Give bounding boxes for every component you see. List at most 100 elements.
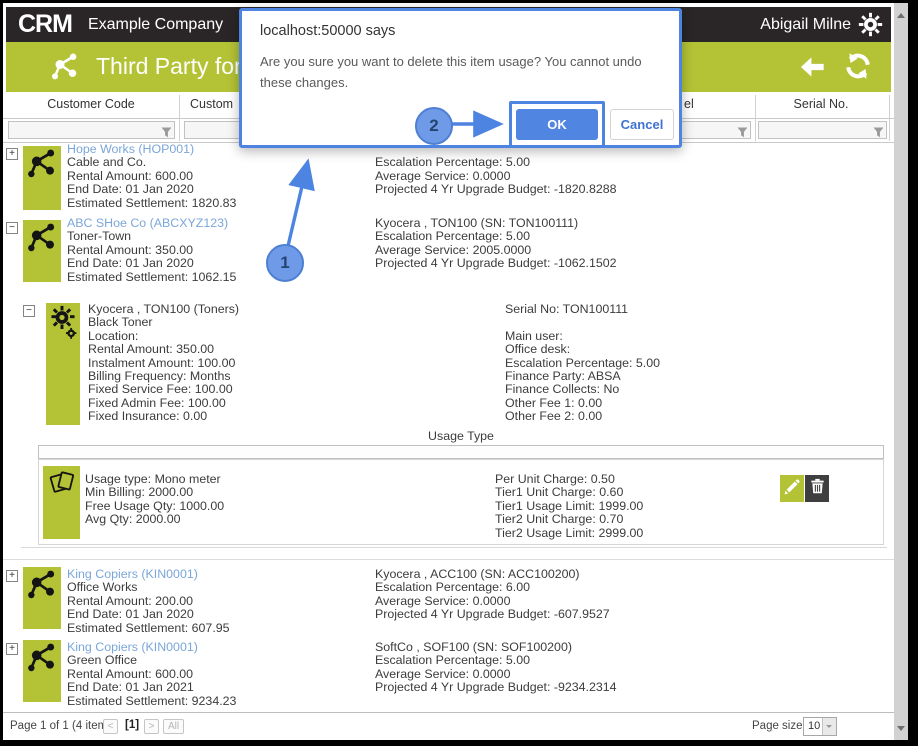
text-line: Finance Party: ABSA (505, 369, 621, 384)
usage-pages-icon (43, 466, 80, 539)
app-window: CRM Example Company Abigail Milne Third … (0, 0, 918, 746)
text-line: Finance Collects: No (505, 382, 620, 397)
vertical-scrollbar[interactable] (894, 3, 908, 740)
dialog-message-line: Are you sure you want to delete this ite… (260, 54, 642, 69)
pager-next-button[interactable]: > (144, 719, 159, 734)
text-line: Rental Amount: 350.00 (88, 342, 215, 357)
customer-link[interactable]: Hope Works (HOP001) (67, 142, 236, 156)
customer-link[interactable]: King Copiers (KIN0001) (67, 640, 236, 654)
filter-serial-no-input[interactable] (761, 123, 874, 139)
text-line: Location: (88, 328, 139, 343)
expand-button-row-4[interactable]: + (6, 643, 18, 655)
back-arrow-icon[interactable] (795, 53, 829, 81)
dialog-message: Are you sure you want to delete this ite… (260, 51, 642, 93)
chevron-down-icon[interactable] (822, 718, 836, 735)
usage-type-row: Usage type: Mono meter Min Billing: 2000.… (38, 459, 884, 545)
third-party-share-icon (50, 52, 80, 82)
text-line: Tier2 Usage Limit: 2999.00 (495, 525, 644, 540)
filter-funnel-icon[interactable] (161, 125, 172, 138)
pager-status: Page 1 of 1 (4 items) (10, 720, 117, 732)
contract-share-icon (23, 146, 61, 210)
text-line: Instalment Amount: 100.00 (88, 355, 236, 370)
text-line: Estimated Settlement: 1820.83 (67, 195, 237, 210)
filter-customer-code[interactable] (8, 121, 175, 139)
text-line: Tier2 Unit Charge: 0.70 (495, 512, 624, 527)
row-3-left-text: King Copiers (KIN0001) Office Works Renta… (67, 567, 230, 635)
text-line (505, 316, 660, 329)
pager-current-page[interactable]: [1] (125, 719, 139, 731)
customer-link[interactable]: ABC SHoe Co (ABCXYZ123) (67, 216, 236, 230)
text-line: Average Service: 0.0000 (375, 168, 511, 183)
filter-funnel-icon[interactable] (737, 125, 748, 138)
text-line: Projected 4 Yr Upgrade Budget: -1062.150… (375, 256, 617, 271)
text-line: Free Usage Qty: 1000.00 (85, 498, 225, 513)
text-line: Office Works (67, 580, 138, 595)
page-size-select[interactable]: 10 (803, 717, 837, 736)
column-header-serial-no[interactable]: Serial No. (755, 97, 887, 117)
dialog-message-line: these changes. (260, 75, 349, 90)
expand-button-row-2[interactable]: − (6, 222, 18, 234)
cancel-button[interactable]: Cancel (610, 109, 674, 140)
text-line: Other Fee 1: 0.00 (505, 395, 603, 410)
triangle-up-icon (897, 9, 905, 18)
pager-bar: Page 1 of 1 (4 items) < [1] > All Page s… (3, 712, 894, 740)
text-line: Rental Amount: 350.00 (67, 242, 194, 257)
expand-button-row-3[interactable]: + (6, 570, 18, 582)
page-size-label: Page size: (752, 720, 806, 732)
pager-all-button[interactable]: All (163, 719, 184, 734)
filter-serial-no[interactable] (758, 121, 887, 139)
text-line: SoftCo , SOF100 (SN: SOF100200) (375, 640, 572, 654)
row-2-left-text: ABC SHoe Co (ABCXYZ123) Toner-Town Rental… (67, 216, 237, 284)
usage-type-section-title: Usage Type (428, 429, 494, 443)
text-line: Escalation Percentage: 6.00 (375, 580, 530, 595)
refresh-icon[interactable] (843, 51, 873, 81)
text-line: Estimated Settlement: 1062.15 (67, 269, 237, 284)
row-1-right-text: Escalation Percentage: 5.00 Average Servi… (375, 143, 617, 197)
text-line: Rental Amount: 600.00 (67, 666, 194, 681)
contract-share-icon (23, 640, 61, 702)
company-name: Example Company (87, 15, 224, 33)
expand-button-detail[interactable]: − (23, 305, 35, 317)
contract-share-icon (23, 220, 61, 282)
usage-type-header-bar (38, 445, 884, 459)
text-line: Escalation Percentage: 5.00 (375, 155, 530, 170)
text-line: Office desk: (505, 342, 571, 357)
ok-button-highlight: OK (509, 101, 605, 148)
confirm-dialog: localhost:50000 says Are you sure you wa… (239, 8, 682, 148)
usage-left-text: Usage type: Mono meter Min Billing: 2000.… (85, 472, 225, 527)
text-line: Black Toner (88, 315, 153, 330)
row-2-right-text: Kyocera , TON100 (SN: TON100111) Escalati… (375, 216, 617, 271)
column-header-model-partial[interactable]: el (684, 97, 694, 117)
column-header-customer-code[interactable]: Customer Code (3, 97, 179, 117)
customer-link[interactable]: King Copiers (KIN0001) (67, 567, 230, 581)
edit-usage-button[interactable] (780, 475, 804, 502)
detail-bottom-divider (21, 547, 887, 548)
detail-left-text: Kyocera , TON100 (Toners) Black Toner Loca… (88, 302, 239, 424)
triangle-down-icon (897, 726, 905, 735)
row-divider (3, 559, 894, 560)
settings-gear-icon[interactable] (858, 12, 883, 37)
text-line: Projected 4 Yr Upgrade Budget: -9234.231… (375, 680, 617, 695)
text-line: Average Service: 0.0000 (375, 593, 511, 608)
expand-button-row-1[interactable]: + (6, 148, 18, 160)
delete-usage-button[interactable] (805, 475, 829, 502)
text-line: Escalation Percentage: 5.00 (505, 355, 660, 370)
filter-customer-code-input[interactable] (11, 123, 162, 139)
text-line: Projected 4 Yr Upgrade Budget: -607.9527 (375, 607, 610, 622)
usage-right-text: Per Unit Charge: 0.50 Tier1 Unit Charge: … (495, 472, 644, 540)
item-gears-icon (46, 303, 80, 425)
text-line: Main user: (505, 328, 563, 343)
pager-prev-button[interactable]: < (103, 719, 118, 734)
page-title: Third Party for (96, 53, 242, 79)
text-line: Escalation Percentage: 5.00 (375, 229, 530, 244)
filter-funnel-icon[interactable] (873, 125, 884, 138)
text-line: Billing Frequency: Months (88, 369, 231, 384)
scroll-up-button[interactable] (894, 7, 908, 23)
text-line: Fixed Service Fee: 100.00 (88, 382, 233, 397)
text-line: End Date: 01 Jan 2020 (67, 607, 194, 622)
detail-right-text: Serial No: TON100111 Main user: Office de… (505, 302, 660, 424)
scroll-down-button[interactable] (894, 721, 908, 737)
column-header-customer-partial[interactable]: Custom (190, 97, 233, 117)
ok-button[interactable]: OK (516, 109, 598, 140)
row-3-right-text: Kyocera , ACC100 (SN: ACC100200) Escalati… (375, 567, 610, 622)
